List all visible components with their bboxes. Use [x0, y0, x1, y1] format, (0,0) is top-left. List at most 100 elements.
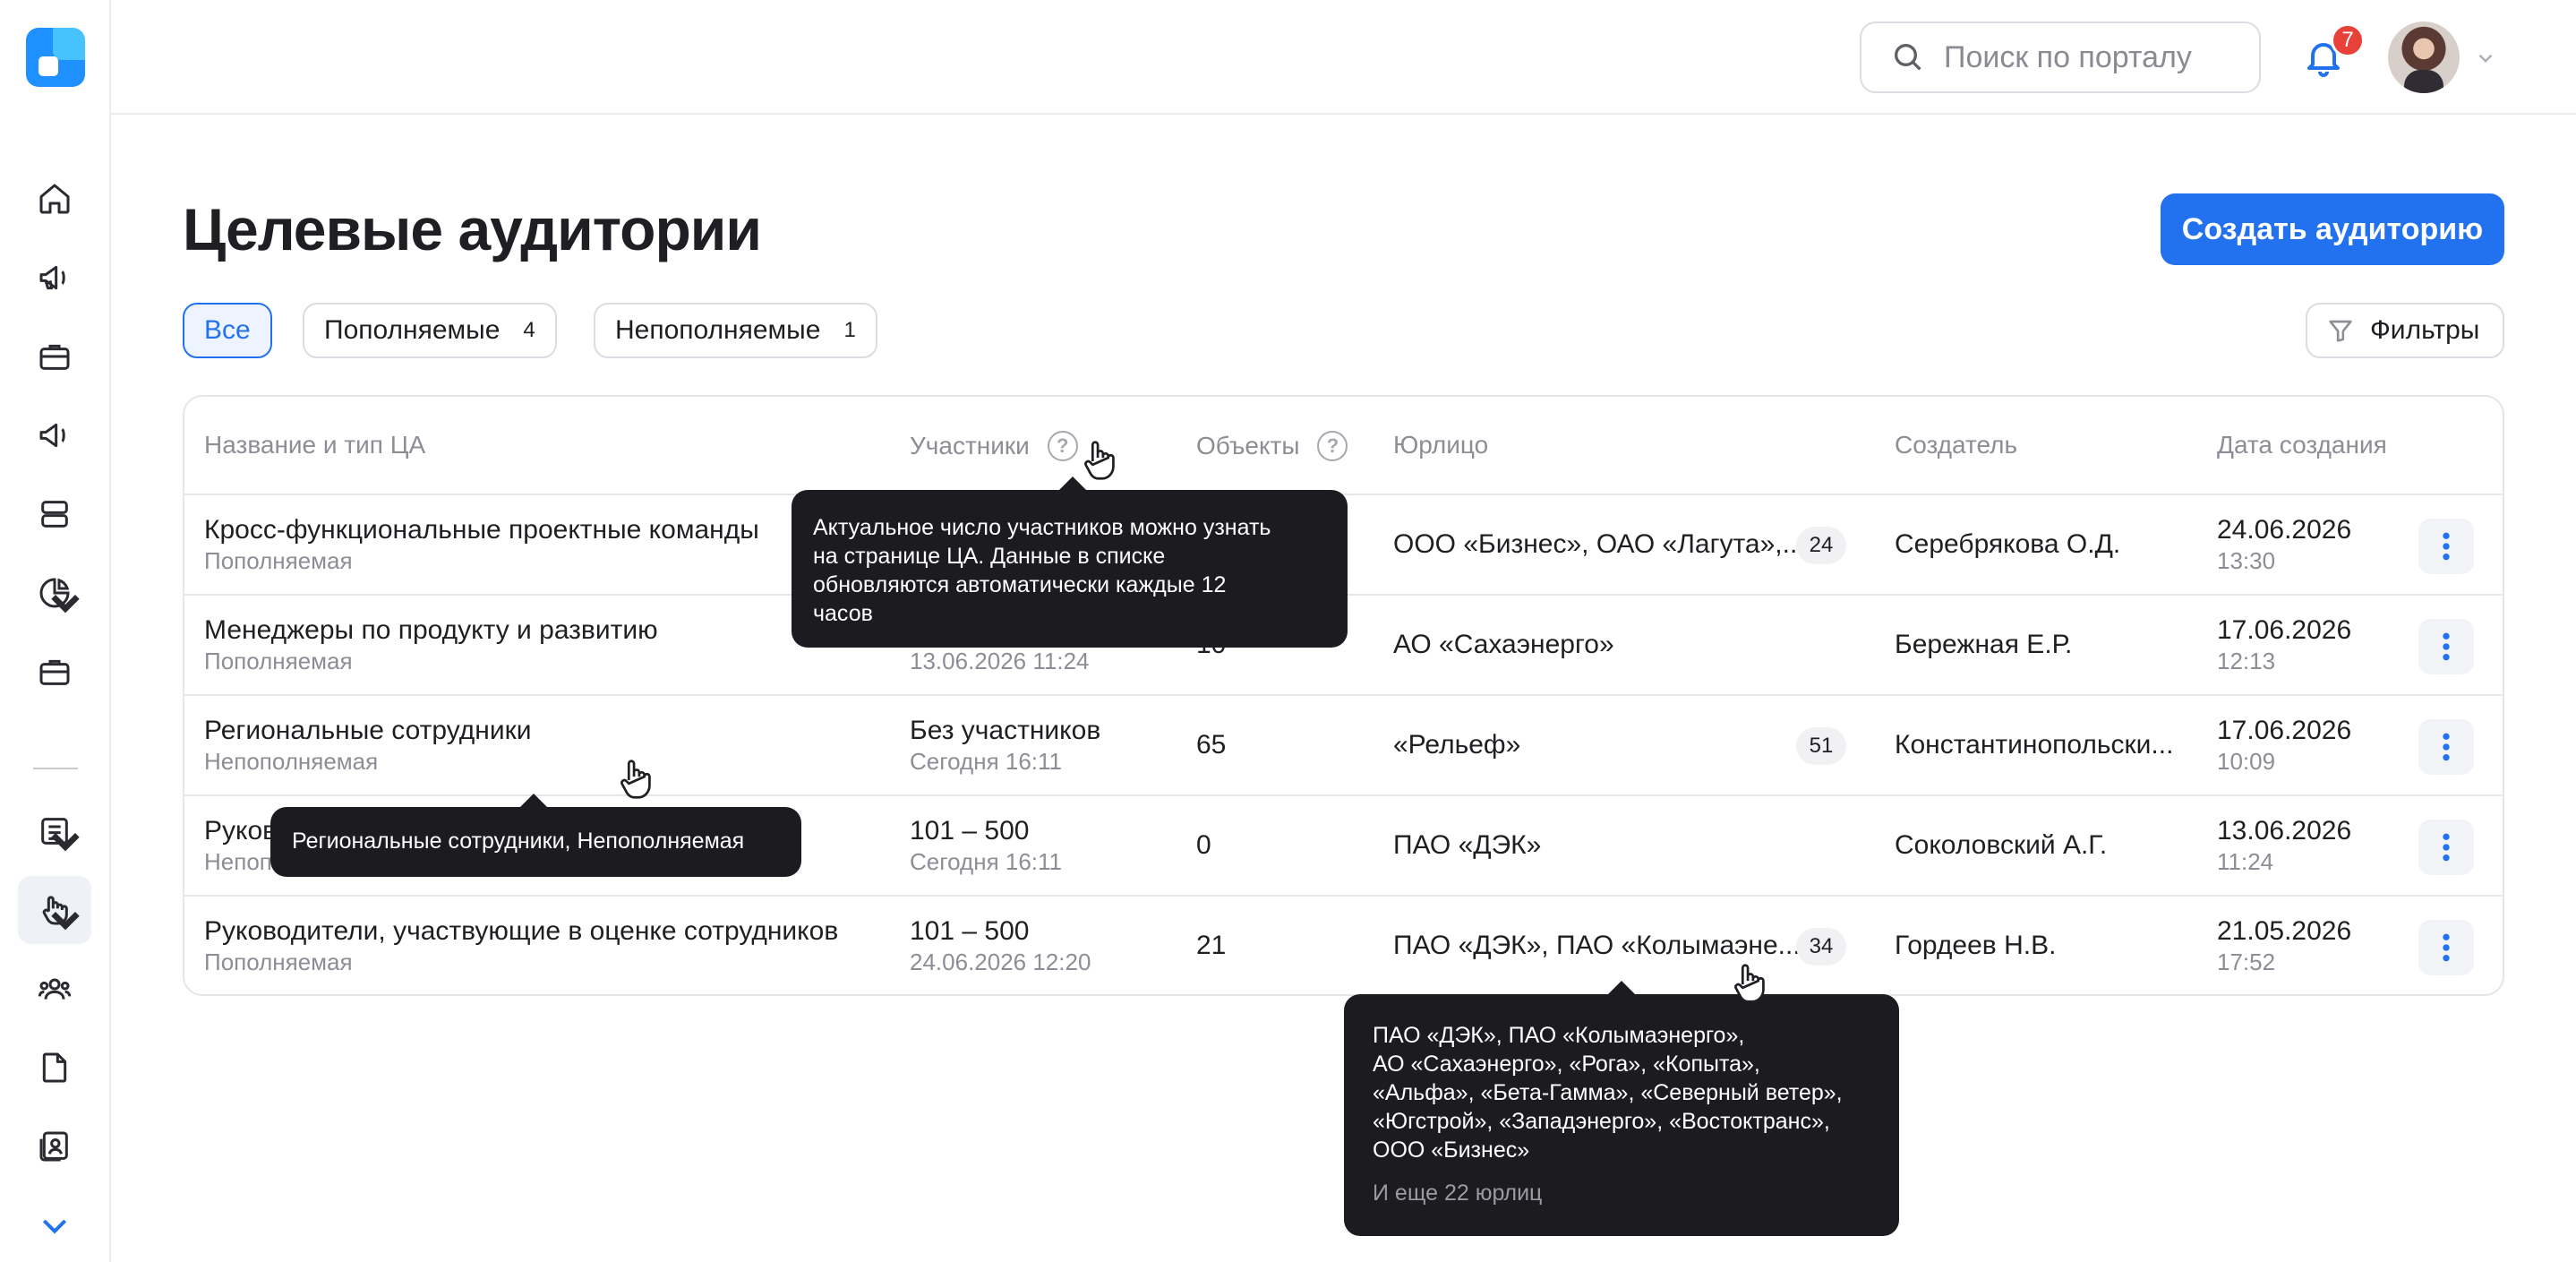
filters-button[interactable]: Фильтры	[2306, 303, 2504, 358]
chevron-down-icon	[51, 911, 80, 931]
audiences-table: Название и тип ЦА Участники ? Объекты ? …	[183, 395, 2504, 996]
creator: Серебрякова О.Д.	[1895, 529, 2121, 559]
contact-card-icon	[39, 1131, 68, 1162]
legal-count-badge[interactable]: 51	[1796, 727, 1846, 765]
legal-count-badge[interactable]: 24	[1796, 527, 1846, 564]
megaphone-icon	[39, 265, 65, 290]
row-menu-button[interactable]	[2418, 519, 2474, 574]
column-header-name[interactable]: Название и тип ЦА	[204, 431, 425, 459]
briefcase-icon	[39, 344, 70, 370]
tooltip-line: «Югстрой», «Западэнерго», «Востоктранс»,	[1373, 1109, 1830, 1134]
search-input[interactable]	[1944, 39, 2248, 75]
created-date: 21.05.2026	[2217, 916, 2352, 946]
sidebar-item-users[interactable]	[18, 955, 91, 1023]
creator: Соколовский А.Г.	[1895, 830, 2108, 860]
help-icon[interactable]: ?	[1047, 431, 1078, 461]
more-vertical-icon	[2443, 833, 2450, 862]
row-menu-button[interactable]	[2418, 820, 2474, 875]
tooltip-line: «Альфа», «Бета-Гамма», «Северный ветер»,	[1373, 1080, 1843, 1105]
app-logo[interactable]	[26, 28, 85, 87]
tab-count: 4	[523, 318, 535, 342]
sidebar-item-audiences[interactable]	[18, 876, 91, 944]
hand-cursor-icon	[1734, 964, 1765, 1003]
sidebar-item-home[interactable]	[18, 165, 91, 233]
user-avatar[interactable]	[2388, 21, 2460, 93]
created-time: 12:13	[2217, 648, 2276, 674]
sidebar-item-contacts[interactable]	[18, 1112, 91, 1180]
column-header-creator[interactable]: Создатель	[1895, 431, 2017, 459]
more-vertical-icon	[2443, 733, 2450, 761]
column-header-participants[interactable]: Участники ?	[910, 431, 1078, 461]
tab-all[interactable]: Все	[183, 303, 272, 358]
created-time: 10:09	[2217, 748, 2276, 775]
created-time: 17:52	[2217, 949, 2276, 975]
tooltip-line: ПАО «ДЭК», ПАО «Колымаэнерго»,	[1373, 1023, 1745, 1048]
chevron-down-icon[interactable]	[2474, 47, 2497, 70]
table-header: Название и тип ЦА Участники ? Объекты ? …	[184, 397, 2503, 495]
help-icon[interactable]: ?	[1317, 431, 1348, 461]
users-icon	[38, 978, 72, 1000]
sidebar-item-reports[interactable]	[18, 559, 91, 627]
row-menu-button[interactable]	[2418, 619, 2474, 674]
chevron-down-icon	[42, 1219, 67, 1234]
tooltip-line: Актуальное число участников можно узнать	[813, 515, 1271, 540]
sidebar-item-portfolio[interactable]	[18, 322, 91, 391]
participants-updated: 24.06.2026 12:20	[910, 949, 1091, 975]
legal-entities: ПАО «ДЭК», ПАО «Колымаэне...	[1393, 931, 1801, 960]
chevron-down-icon	[51, 594, 80, 614]
created-time: 11:24	[2217, 848, 2274, 875]
sidebar	[0, 0, 111, 1262]
tooltip-line: на странице ЦА. Данные в списке	[813, 544, 1166, 569]
created-date: 17.06.2026	[2217, 716, 2352, 745]
audience-type: Непоп	[204, 848, 272, 875]
table-row[interactable]: Руководители, участвующие в оценке сотру…	[184, 897, 2503, 997]
tooltip-line: часов	[813, 601, 873, 626]
server-icon	[41, 501, 68, 528]
legal-entities: АО «Сахаэнерго»	[1393, 630, 1614, 659]
objects-count: 65	[1196, 730, 1227, 760]
created-date: 17.06.2026	[2217, 615, 2352, 645]
hand-cursor-icon	[1084, 441, 1115, 480]
tab-replenishable[interactable]: Пополняемые 4	[303, 303, 557, 358]
legal-entities: ООО «Бизнес», ОАО «Лагута»,...	[1393, 529, 1805, 559]
tab-label: Пополняемые	[324, 315, 501, 345]
audience-type: Пополняемая	[204, 547, 353, 574]
legal-entities: «Рельеф»	[1393, 730, 1521, 760]
megaphone-icon	[39, 423, 65, 448]
created-date: 24.06.2026	[2217, 515, 2352, 545]
sidebar-item-storage[interactable]	[18, 480, 91, 548]
column-header-date[interactable]: Дата создания	[2217, 431, 2387, 459]
audience-name[interactable]: Менеджеры по продукту и развитию	[204, 615, 658, 646]
column-header-objects[interactable]: Объекты ?	[1196, 431, 1348, 461]
created-date: 13.06.2026	[2217, 816, 2352, 846]
sidebar-divider	[33, 768, 78, 769]
more-vertical-icon	[2443, 632, 2450, 661]
sidebar-item-campaigns[interactable]	[18, 244, 91, 312]
row-menu-button[interactable]	[2418, 719, 2474, 775]
audience-name[interactable]: Региональные сотрудники	[204, 716, 531, 746]
column-header-label: Участники	[910, 432, 1030, 459]
audience-name[interactable]: Руководители, участвующие в оценке сотру…	[204, 916, 838, 947]
objects-count: 21	[1196, 931, 1227, 960]
creator: Бережная Е.Р.	[1895, 630, 2073, 659]
filters-label: Фильтры	[2370, 315, 2480, 345]
create-audience-button[interactable]: Создать аудиторию	[2161, 193, 2504, 265]
sidebar-item-toolkit[interactable]	[18, 638, 91, 706]
audience-type: Непополняемая	[204, 748, 379, 775]
audience-name[interactable]: Руков	[204, 816, 277, 846]
tab-non-replenishable[interactable]: Непополняемые 1	[594, 303, 877, 358]
sidebar-item-documents[interactable]	[18, 797, 91, 865]
tooltip-more: И еще 22 юрлиц	[1373, 1180, 1543, 1206]
row-menu-button[interactable]	[2418, 920, 2474, 975]
audience-name[interactable]: Кросс-функциональные проектные команды	[204, 515, 759, 545]
search-box[interactable]	[1860, 21, 2261, 93]
search-icon	[1895, 44, 1921, 71]
sidebar-item-files[interactable]	[18, 1034, 91, 1102]
participants-updated: Сегодня 16:11	[910, 748, 1063, 775]
table-row[interactable]: Региональные сотрудники Непополняемая Бе…	[184, 696, 2503, 796]
legal-count-badge[interactable]: 34	[1796, 928, 1846, 966]
legal-entities: ПАО «ДЭК»	[1393, 830, 1542, 860]
sidebar-expand[interactable]	[18, 1191, 91, 1259]
column-header-legal[interactable]: Юрлицо	[1393, 431, 1488, 459]
sidebar-item-announcements[interactable]	[18, 401, 91, 469]
